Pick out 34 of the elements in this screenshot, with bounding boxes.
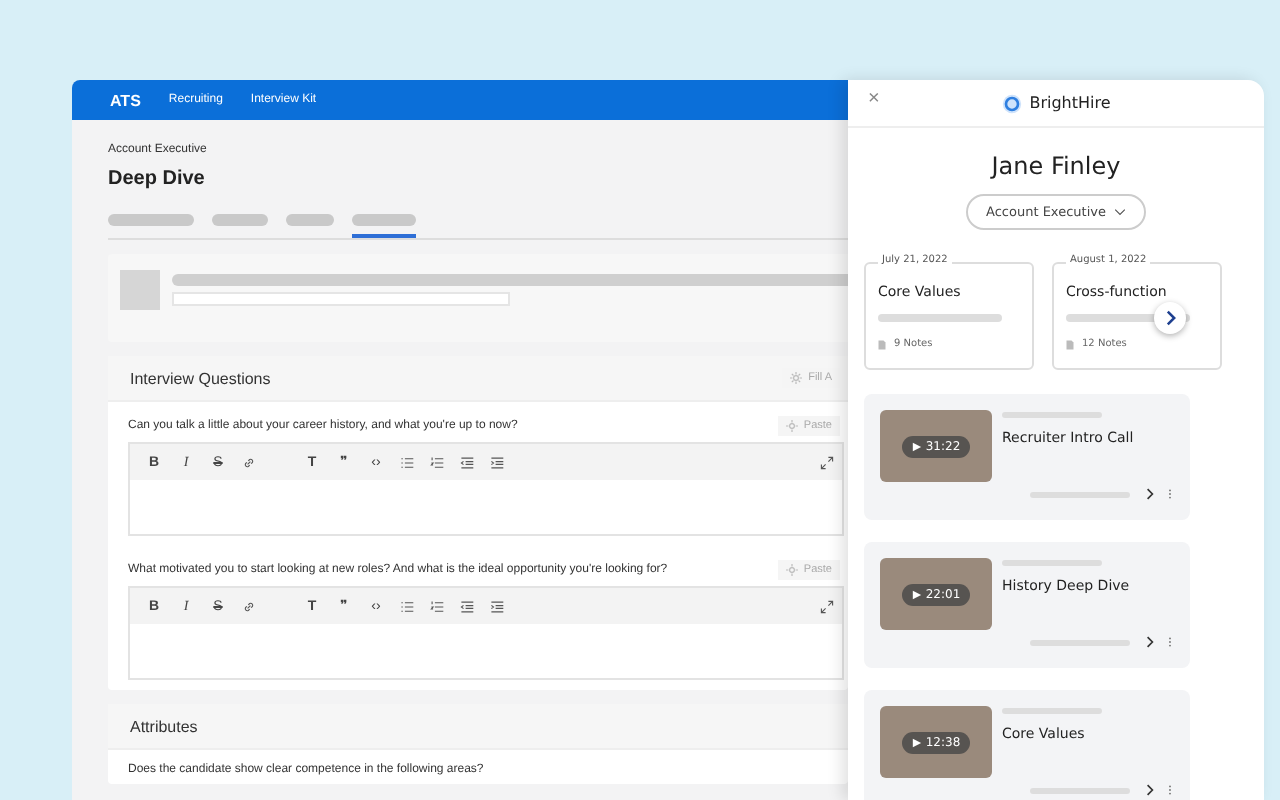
play-icon [911,737,922,747]
chevron-right-icon[interactable] [1146,784,1154,796]
page-title: Deep Dive [108,168,207,190]
play-icon [911,589,922,599]
brand-name: BrightHire [1029,94,1111,112]
ats-logo: ATS [110,91,141,109]
outdent-icon[interactable] [460,599,474,613]
link-icon[interactable] [242,599,256,613]
chevron-right-icon[interactable] [1146,488,1154,500]
bullet-list-icon[interactable] [400,455,414,469]
avatar-placeholder [120,270,160,310]
document-icon [1066,339,1074,349]
play-icon [911,441,922,451]
chevron-right-icon[interactable] [1146,636,1154,648]
ring-logo-icon [1001,93,1022,113]
section-title: Interview Questions [130,369,271,387]
document-icon [878,339,886,349]
section-title: Attributes [130,717,198,735]
input-field[interactable] [172,292,510,306]
numbered-list-icon[interactable] [430,599,444,613]
close-button[interactable]: × [868,88,880,110]
chevron-down-icon [1113,208,1126,216]
chevron-right-icon [1165,310,1175,326]
text-placeholder [878,314,1002,322]
outdent-icon[interactable] [460,455,474,469]
expand-icon[interactable] [820,599,834,613]
next-button[interactable] [1154,302,1186,334]
candidate-name: Jane Finley [988,152,1123,180]
indent-icon[interactable] [490,455,504,469]
link-icon[interactable] [242,455,256,469]
indent-icon[interactable] [490,599,504,613]
numbered-list-icon[interactable] [430,455,444,469]
bullet-list-icon[interactable] [400,599,414,613]
expand-icon[interactable] [820,455,834,469]
